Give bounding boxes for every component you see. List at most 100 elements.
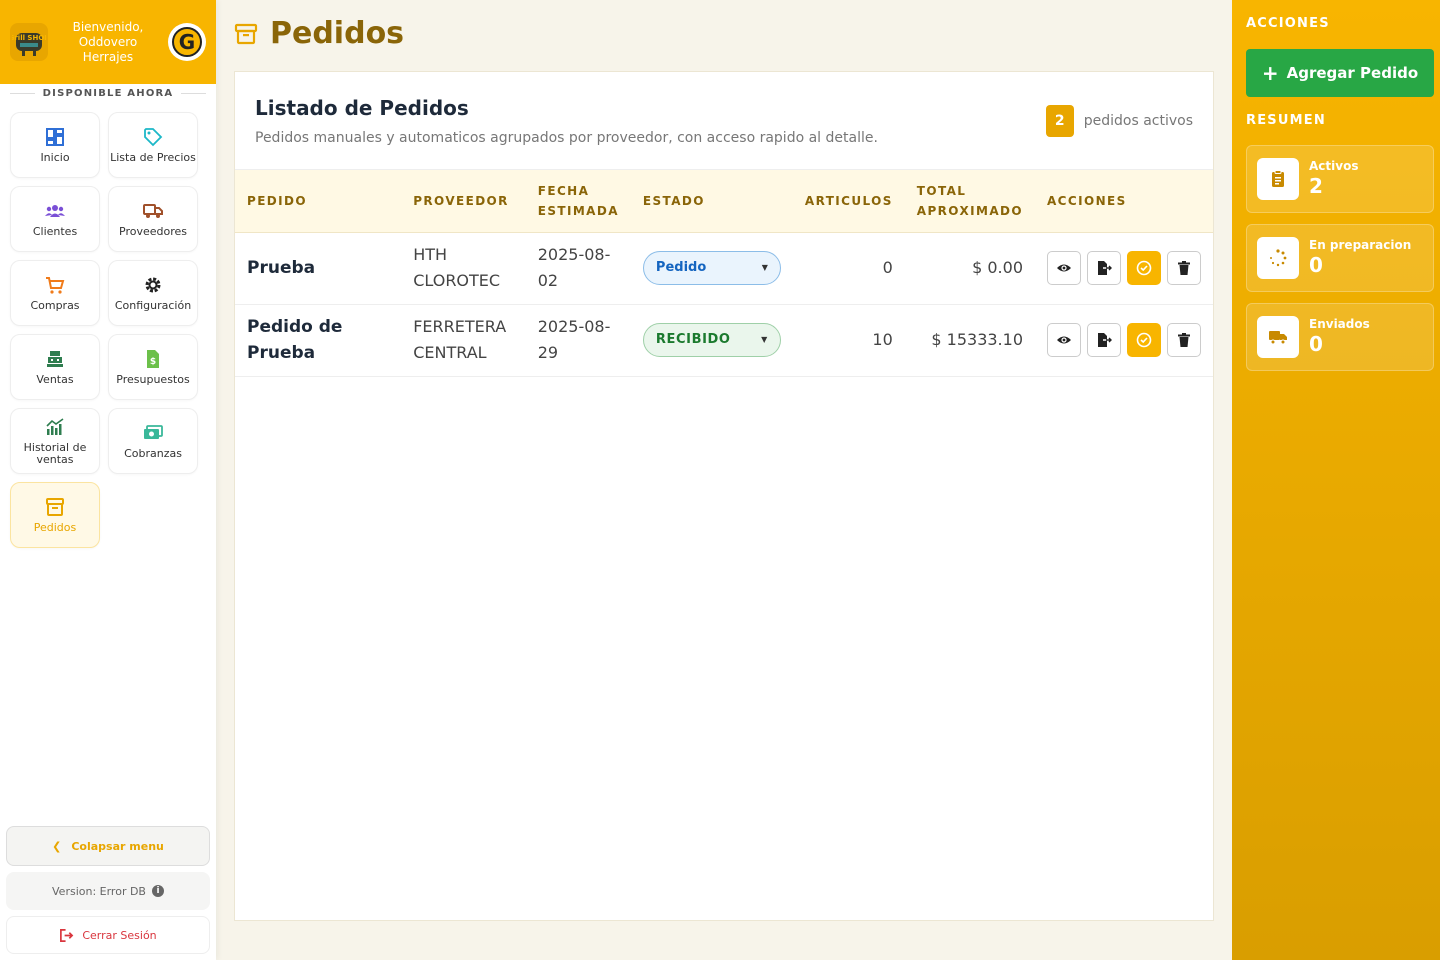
nav-item-compras[interactable]: Compras xyxy=(10,260,100,326)
nav-item-lista-precios[interactable]: Lista de Precios xyxy=(108,112,198,178)
confirm-button[interactable] xyxy=(1127,323,1161,357)
divider xyxy=(181,92,207,94)
stat-en-preparacion: En preparacion 0 xyxy=(1246,224,1434,292)
delete-button[interactable] xyxy=(1167,251,1201,285)
company-logo[interactable]: G xyxy=(168,23,206,61)
cell-total: $ 15333.10 xyxy=(931,330,1023,349)
active-orders-indicator: 2 pedidos activos xyxy=(1045,105,1193,137)
nav-item-inicio[interactable]: Inicio xyxy=(10,112,100,178)
status-select[interactable]: Pedido ▼ xyxy=(642,251,781,285)
nav-item-pedidos[interactable]: Pedidos xyxy=(10,482,100,548)
nav-label: Historial de ventas xyxy=(23,441,87,466)
card-header: Listado de Pedidos Pedidos manuales y au… xyxy=(235,72,1213,170)
cell-estado: Pedido ▼ xyxy=(631,232,793,304)
gear-icon xyxy=(142,274,164,296)
page-title: Pedidos xyxy=(270,16,405,51)
nav-label: Pedidos xyxy=(33,521,77,534)
cell-acciones xyxy=(1035,304,1213,376)
users-icon xyxy=(44,200,66,222)
table-header-row: PEDIDO PROVEEDOR FECHA ESTIMADA ESTADO A… xyxy=(235,170,1213,232)
cell-fecha: 2025-08-02 xyxy=(537,245,611,290)
chevron-left-icon: ❮ xyxy=(52,839,62,853)
export-button[interactable] xyxy=(1087,251,1121,285)
caret-down-icon: ▼ xyxy=(761,263,768,272)
trash-icon xyxy=(1178,333,1190,347)
nav-label: Compras xyxy=(30,299,80,312)
nav-item-configuracion[interactable]: Configuración xyxy=(108,260,198,326)
logout-icon xyxy=(60,928,74,942)
actions-panel: ACCIONES + Agregar Pedido RESUMEN Activo… xyxy=(1232,0,1440,960)
spinner-icon xyxy=(1257,237,1299,279)
eye-icon xyxy=(1057,336,1071,344)
stat-text: Activos 2 xyxy=(1309,159,1358,199)
money-icon xyxy=(142,422,164,444)
info-icon[interactable]: i xyxy=(151,885,164,897)
column-header-proveedor[interactable]: PROVEEDOR xyxy=(401,170,526,232)
view-button[interactable] xyxy=(1047,323,1081,357)
dashboard-icon xyxy=(44,126,66,148)
nav-label: Proveedores xyxy=(119,225,187,238)
nav-label: Configuración xyxy=(114,299,192,312)
section-label-text: DISPONIBLE AHORA xyxy=(42,87,174,99)
version-info: Version: Error DB i xyxy=(6,872,210,910)
stat-label: En preparacion xyxy=(1309,238,1412,252)
nav-item-proveedores[interactable]: Proveedores xyxy=(108,186,198,252)
stat-activos: Activos 2 xyxy=(1246,145,1434,213)
nav-item-clientes[interactable]: Clientes xyxy=(10,186,100,252)
tag-icon xyxy=(142,126,164,148)
stat-value: 0 xyxy=(1309,253,1323,277)
cell-proveedor: FERRETERA CENTRAL xyxy=(413,317,507,362)
export-button[interactable] xyxy=(1087,323,1121,357)
nav-item-ventas[interactable]: Ventas xyxy=(10,334,100,400)
cell-pedido: Prueba xyxy=(247,258,316,278)
version-text: Version: Error DB xyxy=(52,884,146,898)
cell-total: $ 0.00 xyxy=(972,258,1023,277)
delete-button[interactable] xyxy=(1167,323,1201,357)
svg-text:$: $ xyxy=(150,357,156,367)
cell-proveedor: HTH CLOROTEC xyxy=(413,245,501,290)
plus-icon: + xyxy=(1261,61,1279,85)
truck-icon xyxy=(1257,316,1299,358)
cell-estado: RECIBIDO ▼ xyxy=(631,304,793,376)
file-export-icon xyxy=(1098,333,1112,347)
table-row[interactable]: Pedido de Prueba FERRETERA CENTRAL 2025-… xyxy=(235,304,1213,376)
column-header-fecha[interactable]: FECHA ESTIMADA xyxy=(526,170,631,232)
view-button[interactable] xyxy=(1047,251,1081,285)
column-header-estado[interactable]: ESTADO xyxy=(631,170,793,232)
orders-card: Listado de Pedidos Pedidos manuales y au… xyxy=(234,71,1214,921)
row-actions xyxy=(1047,251,1201,285)
page-header: Pedidos xyxy=(234,16,404,51)
acciones-label: ACCIONES xyxy=(1246,16,1330,31)
active-count-badge: 2 xyxy=(1045,105,1074,137)
invoice-icon: $ xyxy=(142,348,164,370)
collapse-menu-label: Colapsar menu xyxy=(71,839,164,853)
status-select[interactable]: RECIBIDO ▼ xyxy=(642,323,781,357)
svg-text:Grill SHOP: Grill SHOP xyxy=(12,34,46,42)
stat-value: 2 xyxy=(1309,174,1323,198)
table-row[interactable]: Prueba HTH CLOROTEC 2025-08-02 Pedido ▼ … xyxy=(235,232,1213,304)
column-header-total[interactable]: TOTAL APROXIMADO xyxy=(905,170,1035,232)
nav-label: Inicio xyxy=(40,151,70,164)
sidebar: Grill SHOP Bienvenido, Oddovero Herrajes… xyxy=(0,0,216,960)
brand-logo[interactable]: Grill SHOP xyxy=(10,23,48,61)
card-title: Listado de Pedidos xyxy=(255,96,469,120)
logout-button[interactable]: Cerrar Sesión xyxy=(6,916,210,954)
cell-fecha: 2025-08-29 xyxy=(537,317,611,362)
column-header-articulos[interactable]: ARTICULOS xyxy=(793,170,905,232)
status-value: Pedido xyxy=(655,260,707,275)
cell-acciones xyxy=(1035,232,1213,304)
column-header-pedido[interactable]: PEDIDO xyxy=(235,170,401,232)
check-circle-icon xyxy=(1136,332,1152,348)
nav-item-cobranzas[interactable]: Cobranzas xyxy=(108,408,198,474)
add-order-button[interactable]: + Agregar Pedido xyxy=(1246,49,1434,97)
nav-item-historial-ventas[interactable]: Historial de ventas xyxy=(10,408,100,474)
confirm-button[interactable] xyxy=(1127,251,1161,285)
column-header-acciones: ACCIONES xyxy=(1047,193,1127,208)
nav-item-presupuestos[interactable]: $ Presupuestos xyxy=(108,334,198,400)
eye-icon xyxy=(1057,264,1071,272)
collapse-menu-button[interactable]: ❮ Colapsar menu xyxy=(6,826,210,866)
add-order-label: Agregar Pedido xyxy=(1286,64,1419,82)
active-count-label: pedidos activos xyxy=(1083,113,1193,129)
nav-grid: Inicio Lista de Precios Clientes Proveed… xyxy=(0,100,216,548)
stat-value: 0 xyxy=(1309,332,1323,356)
